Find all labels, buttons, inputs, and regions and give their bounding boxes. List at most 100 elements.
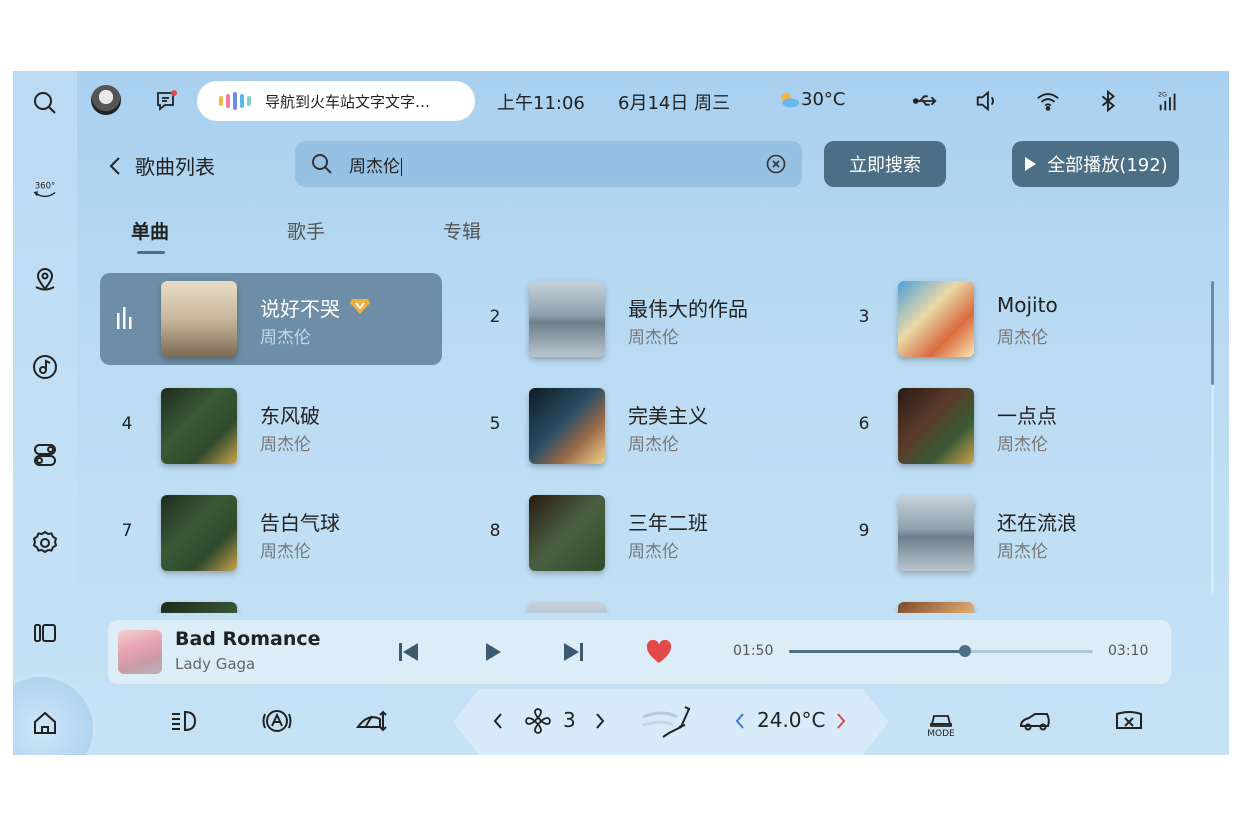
song-number: 6	[858, 414, 870, 434]
song-item[interactable]: 8 三年二班 周杰伦	[468, 487, 810, 579]
weather-temp: 30°C	[801, 89, 846, 110]
song-number: 7	[121, 521, 133, 541]
clear-icon[interactable]	[766, 154, 786, 174]
voice-bar	[219, 96, 223, 106]
song-artist: 周杰伦	[260, 328, 311, 348]
usb-icon	[911, 87, 939, 115]
wiper-icon[interactable]	[351, 701, 391, 741]
message-icon[interactable]	[155, 89, 179, 113]
navigation-icon[interactable]	[27, 261, 63, 297]
song-number: 5	[489, 414, 501, 434]
now-playing-artist: Lady Gaga	[175, 655, 256, 673]
tab-bar: 单曲 歌手 专辑	[131, 217, 599, 254]
home-icon[interactable]	[27, 705, 63, 741]
fan-increase-icon[interactable]	[593, 711, 607, 731]
temp-decrease-icon[interactable]	[733, 711, 747, 731]
progress-fill	[789, 650, 966, 653]
voice-assistant-pill[interactable]: 导航到火车站文字文字…	[197, 81, 475, 121]
song-item[interactable]: 说好不哭 周杰伦	[100, 273, 442, 365]
mini-player: Bad Romance Lady Gaga 01:50 03:10	[108, 620, 1171, 684]
search-input[interactable]: 周杰伦	[295, 141, 802, 187]
seat-airflow-icon[interactable]	[639, 701, 699, 743]
album-cover	[161, 495, 237, 571]
rear-defrost-icon[interactable]	[1109, 701, 1149, 741]
signal-label: 2G	[1158, 90, 1167, 98]
song-item[interactable]: 3 Mojito 周杰伦	[837, 273, 1179, 365]
tab-artists[interactable]: 歌手	[287, 217, 443, 244]
page-title: 歌曲列表	[135, 155, 215, 179]
search-button[interactable]: 立即搜索	[824, 141, 946, 187]
song-item[interactable]: 9 还在流浪 周杰伦	[837, 487, 1179, 579]
song-title: 三年二班	[628, 511, 708, 535]
play-all-label: 全部播放(192)	[1047, 155, 1168, 176]
song-artist: 周杰伦	[997, 328, 1048, 348]
scrollbar-thumb[interactable]	[1211, 281, 1214, 385]
music-icon[interactable]	[27, 349, 63, 385]
play-all-button[interactable]: 全部播放(192)	[1012, 141, 1179, 187]
song-artist: 周杰伦	[628, 542, 679, 562]
status-bar: 导航到火车站文字文字… 上午11:06 6月14日 周三 30°C 2G	[77, 71, 1229, 131]
temp-increase-icon[interactable]	[834, 711, 848, 731]
360-view-icon[interactable]: 360°	[27, 173, 63, 209]
auto-hold-icon[interactable]	[257, 701, 297, 741]
fan-decrease-icon[interactable]	[491, 711, 505, 731]
volume-icon[interactable]	[973, 87, 1001, 115]
toggle-controls-icon[interactable]	[27, 437, 63, 473]
car-view-icon[interactable]	[1015, 701, 1055, 741]
avatar[interactable]	[91, 85, 121, 115]
weather-icon	[775, 87, 803, 115]
back-button[interactable]: 歌曲列表	[107, 151, 215, 180]
previous-icon[interactable]	[392, 636, 424, 668]
album-cover	[161, 388, 237, 464]
now-playing-title: Bad Romance	[175, 628, 321, 650]
album-cover	[898, 281, 974, 357]
song-item[interactable]: 4 东风破周杰伦	[100, 380, 442, 472]
song-artist: 周杰伦	[997, 435, 1048, 455]
progress-bar[interactable]	[789, 645, 1093, 657]
song-artist: 周杰伦	[260, 435, 311, 455]
song-item[interactable]: 5 完美主义周杰伦	[468, 380, 810, 472]
settings-icon[interactable]	[27, 525, 63, 561]
headlight-icon[interactable]	[164, 701, 204, 741]
song-title: 最伟大的作品	[628, 297, 748, 321]
bluetooth-icon	[1094, 87, 1122, 115]
song-title: 还在流浪	[997, 511, 1077, 535]
song-item[interactable]: 11还在流浪周杰伦	[468, 594, 810, 613]
cabin-temperature: 24.0°C	[757, 708, 826, 732]
song-number: 2	[489, 307, 501, 327]
album-cover	[898, 602, 974, 613]
now-playing-cover[interactable]	[118, 630, 162, 674]
voice-wave-icon	[219, 92, 251, 110]
voice-bar	[226, 94, 230, 108]
mode-label: MODE	[927, 729, 955, 738]
album-cover	[529, 602, 605, 613]
chevron-left-icon	[109, 156, 120, 175]
heart-icon[interactable]	[643, 636, 675, 668]
song-item[interactable]: 2 最伟大的作品 周杰伦	[468, 273, 810, 365]
song-title: 告白气球	[260, 511, 340, 535]
song-title: 一点点	[997, 404, 1057, 428]
tab-albums[interactable]: 专辑	[443, 217, 599, 244]
search-icon[interactable]	[27, 85, 63, 121]
progress-knob[interactable]	[959, 645, 972, 657]
song-item[interactable]: 7 告白气球 周杰伦	[100, 487, 442, 579]
play-button-icon[interactable]	[476, 636, 508, 668]
voice-bar	[233, 92, 237, 110]
song-title: 完美主义	[628, 404, 708, 428]
song-item[interactable]: 10黑色幽默周杰伦	[100, 594, 442, 613]
signal-icon: 2G	[1155, 87, 1183, 115]
sidebar: 360°	[13, 71, 77, 755]
song-title: 东风破	[260, 404, 320, 428]
song-item[interactable]: 12晴天周杰伦	[837, 594, 1179, 613]
car-screen: 360° 导航到火车站文字文字… 上午11:06 6月14日 周三 30°C 2…	[13, 71, 1229, 755]
song-item[interactable]: 6 一点点周杰伦	[837, 380, 1179, 472]
apps-icon[interactable]	[27, 615, 63, 651]
next-icon[interactable]	[558, 636, 590, 668]
song-artist: 周杰伦	[628, 435, 679, 455]
album-cover	[529, 495, 605, 571]
climate-mode-icon[interactable]: MODE	[921, 701, 961, 741]
song-number: 4	[121, 414, 133, 434]
now-playing-bars-icon	[117, 307, 132, 329]
song-title: 说好不哭	[260, 297, 340, 321]
tab-singles[interactable]: 单曲	[131, 217, 287, 254]
